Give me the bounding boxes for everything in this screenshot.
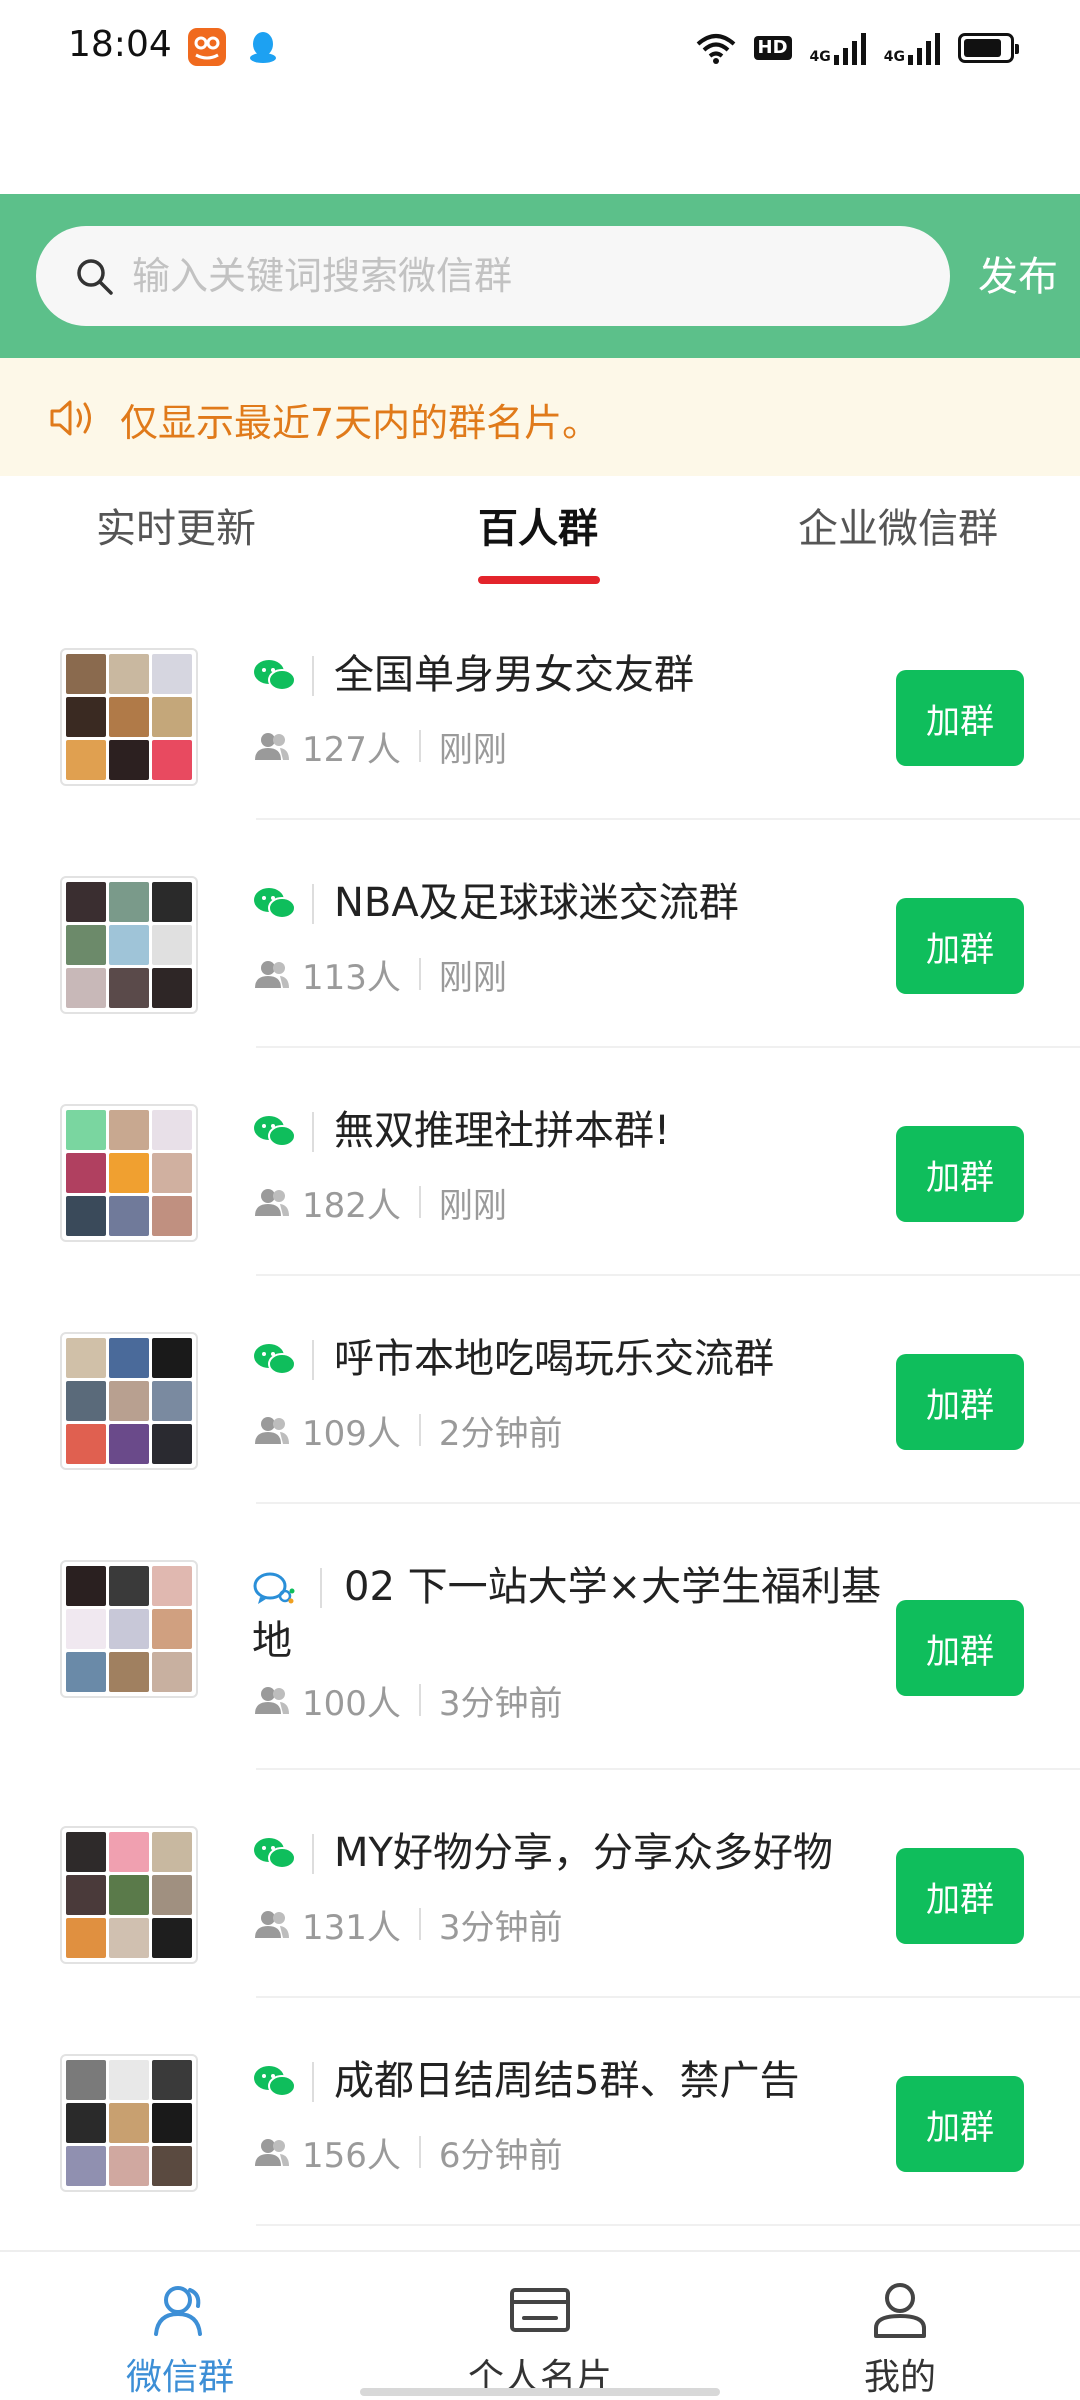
list-item[interactable]: 呼市本地吃喝玩乐交流群 109人 2分钟前 加群 (0, 1276, 1080, 1504)
search-input[interactable] (132, 226, 912, 326)
members-icon (255, 1189, 289, 1216)
group-meta: 131人 3分钟前 (254, 1902, 563, 1948)
status-time: 18:04 (68, 24, 172, 65)
hd-icon: HD (753, 36, 792, 60)
nav-label: 我的 (863, 2357, 936, 2398)
notice-bar: 仅显示最近7天内的群名片。 (0, 358, 1080, 476)
status-bar: 18:04 HD 4G 4G (0, 0, 1080, 96)
nav-wechat-groups[interactable]: 微信群 (0, 2252, 360, 2400)
nav-label: 微信群 (125, 2357, 234, 2398)
members-icon (255, 733, 289, 760)
member-count: 109人 (302, 1413, 401, 1454)
group-meta: 182人 刚刚 (254, 1180, 507, 1226)
card-icon (510, 2288, 570, 2332)
members-icon (255, 961, 289, 988)
update-time: 刚刚 (438, 957, 507, 998)
update-time: 刚刚 (438, 729, 507, 770)
join-group-button[interactable]: 加群 (896, 1126, 1024, 1222)
list-item[interactable]: 成都日结周结5群、禁广告 156人 6分钟前 加群 (0, 1998, 1080, 2226)
group-title: MY好物分享，分享众多好物 (334, 1830, 833, 1876)
members-icon (255, 1417, 289, 1444)
tab-realtime[interactable]: 实时更新 (96, 496, 256, 554)
tab-active-indicator (478, 576, 600, 584)
list-item[interactable]: NBA及足球球迷交流群 113人 刚刚 加群 (0, 820, 1080, 1048)
taobao-app-icon (188, 28, 226, 66)
bottom-nav: 微信群 个人名片 我的 (0, 2250, 1080, 2400)
list-item[interactable]: MY好物分享，分享众多好物 131人 3分钟前 加群 (0, 1770, 1080, 1998)
speaker-icon (50, 400, 91, 436)
group-meta: 109人 2分钟前 (254, 1408, 563, 1454)
group-avatar (60, 1332, 198, 1470)
wechat-icon (254, 660, 296, 691)
member-count: 131人 (302, 1907, 401, 1948)
join-group-button[interactable]: 加群 (896, 898, 1024, 994)
group-avatar (60, 876, 198, 1014)
group-title: 呼市本地吃喝玩乐交流群 (334, 1336, 774, 1382)
join-group-button[interactable]: 加群 (896, 1354, 1024, 1450)
wechat-icon (254, 1838, 296, 1869)
update-time: 3分钟前 (438, 1683, 563, 1724)
group-title: 02 下一站大学×大学生福利基地 (252, 1564, 882, 1664)
group-avatar (60, 1560, 198, 1698)
wechat-icon (254, 1116, 296, 1147)
join-group-button[interactable]: 加群 (896, 2076, 1024, 2172)
join-group-button[interactable]: 加群 (896, 670, 1024, 766)
member-count: 156人 (302, 2135, 401, 2176)
group-icon (154, 2286, 202, 2336)
update-time: 2分钟前 (438, 1413, 563, 1454)
profile-icon (874, 2283, 926, 2338)
group-title: 無双推理社拼本群! (334, 1108, 671, 1154)
tab-hundred-groups[interactable]: 百人群 (478, 496, 598, 554)
wifi-icon (696, 34, 735, 64)
group-avatar (60, 648, 198, 786)
update-time: 刚刚 (438, 1185, 507, 1226)
tab-enterprise-wechat[interactable]: 企业微信群 (798, 496, 998, 554)
group-meta: 113人 刚刚 (254, 952, 507, 998)
join-group-button[interactable]: 加群 (896, 1600, 1024, 1696)
member-count: 113人 (302, 957, 401, 998)
members-icon (255, 1911, 289, 1938)
battery-icon (958, 33, 1019, 63)
nav-mine[interactable]: 我的 (720, 2252, 1080, 2400)
members-icon (255, 1687, 289, 1714)
group-avatar (60, 1104, 198, 1242)
signal-4g-icon: 4G (810, 31, 866, 65)
nav-personal-card[interactable]: 个人名片 (360, 2252, 720, 2400)
publish-button[interactable]: 发布 (978, 244, 1058, 302)
group-avatar (60, 2054, 198, 2192)
group-title: NBA及足球球迷交流群 (334, 880, 739, 926)
qq-app-icon (244, 28, 282, 66)
notice-text: 仅显示最近7天内的群名片。 (120, 401, 601, 445)
signal-4g-icon: 4G (884, 31, 940, 65)
search-box[interactable] (36, 226, 950, 326)
member-count: 127人 (302, 729, 401, 770)
search-header: 发布 (0, 194, 1080, 358)
home-indicator (360, 2388, 720, 2396)
group-meta: 127人 刚刚 (254, 724, 507, 770)
search-icon (77, 259, 113, 295)
group-meta: 100人 3分钟前 (254, 1678, 563, 1724)
group-meta: 156人 6分钟前 (254, 2130, 563, 2176)
wechat-icon (254, 2066, 296, 2097)
group-title: 成都日结周结5群、禁广告 (334, 2058, 800, 2104)
member-count: 100人 (302, 1683, 401, 1724)
members-icon (255, 2139, 289, 2166)
wechat-icon (254, 888, 296, 919)
update-time: 6分钟前 (438, 2135, 563, 2176)
tab-bar: 实时更新 百人群 企业微信群 (0, 476, 1080, 606)
update-time: 3分钟前 (438, 1907, 563, 1948)
list-item[interactable]: 02 下一站大学×大学生福利基地 100人 3分钟前 加群 (0, 1504, 1080, 1770)
status-icons: HD 4G 4G (696, 28, 1019, 68)
join-group-button[interactable]: 加群 (896, 1848, 1024, 1944)
wechat-icon (254, 1344, 296, 1375)
list-item[interactable]: 全国单身男女交友群 127人 刚刚 加群 (0, 606, 1080, 820)
member-count: 182人 (302, 1185, 401, 1226)
group-avatar (60, 1826, 198, 1964)
list-item[interactable]: 無双推理社拼本群! 182人 刚刚 加群 (0, 1048, 1080, 1276)
group-title: 全国单身男女交友群 (334, 652, 694, 698)
